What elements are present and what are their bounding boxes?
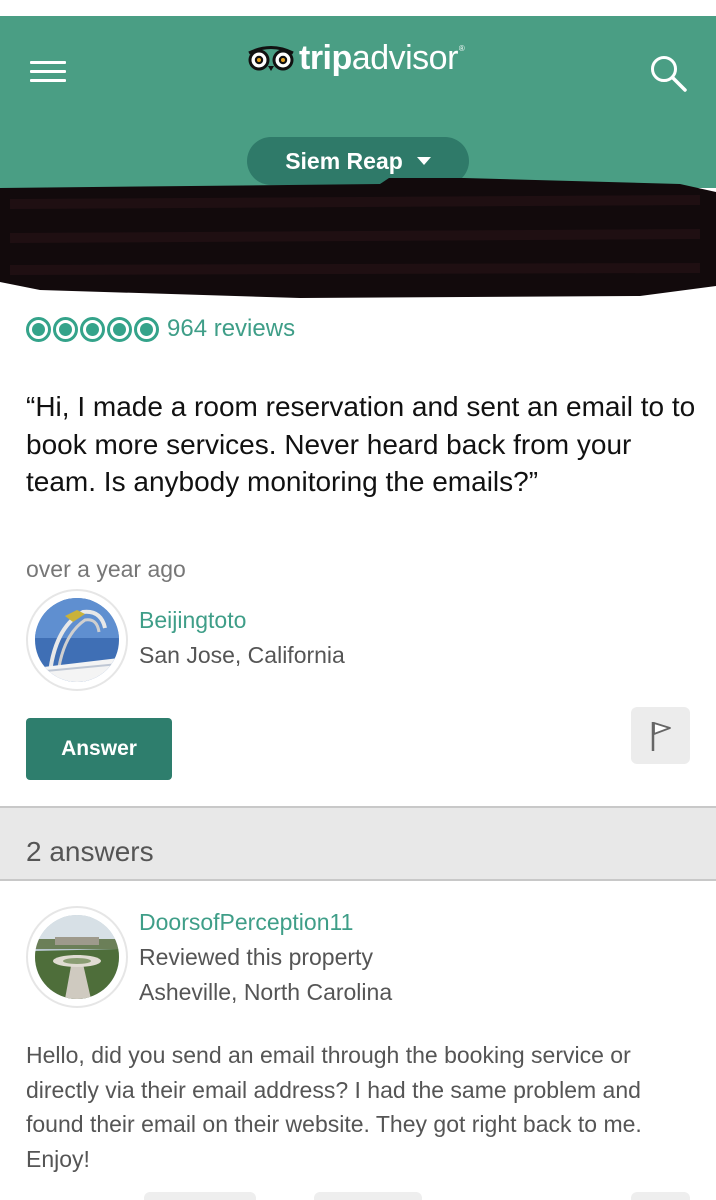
logo-wordmark: tripadvisor: [299, 38, 458, 77]
answers-count: 2 answers: [26, 836, 154, 867]
owl-logo-icon: [248, 46, 294, 71]
rating-bubble-icon: [53, 316, 78, 342]
tripadvisor-logo[interactable]: tripadvisor ®: [245, 38, 465, 78]
app-header: tripadvisor ® Siem Reap: [0, 16, 716, 188]
bubble-rating[interactable]: 964 reviews: [26, 314, 295, 344]
status-strip: [0, 0, 716, 16]
report-flag-button[interactable]: [631, 707, 690, 764]
rating-bubble-icon: [107, 316, 132, 342]
asker-location: San Jose, California: [139, 642, 345, 668]
answer-button[interactable]: Answer: [26, 718, 172, 780]
answer-text: Hello, did you send an email through the…: [26, 1042, 642, 1172]
avatar[interactable]: [26, 589, 128, 691]
reviews-count-link[interactable]: 964 reviews: [167, 315, 295, 343]
garden-avatar-image: [35, 915, 119, 999]
location-label: Siem Reap: [285, 147, 403, 174]
rollercoaster-avatar-image: [34, 598, 120, 683]
rating-bubble-icon: [134, 316, 159, 342]
vote-up-button[interactable]: [144, 1192, 256, 1200]
answer-flag-button[interactable]: [631, 1192, 690, 1200]
registered-mark: ®: [458, 44, 465, 53]
rating-bubble-icon: [26, 316, 51, 342]
menu-icon[interactable]: [30, 59, 66, 83]
flag-icon: [651, 721, 671, 751]
answerer-reviewed-note: Reviewed this property: [139, 944, 373, 970]
question-timestamp: over a year ago: [26, 556, 186, 582]
answerer-location: Asheville, North Carolina: [139, 979, 393, 1005]
vote-down-button[interactable]: [314, 1192, 422, 1200]
question-text: “Hi, I made a room reservation and sent …: [26, 391, 696, 497]
answerer-username-link[interactable]: DoorsofPerception11: [139, 909, 353, 936]
redaction-marker: [0, 178, 716, 298]
search-icon[interactable]: [648, 53, 688, 93]
rating-bubble-icon: [80, 316, 105, 342]
chevron-down-icon: [416, 157, 431, 165]
answers-section-header: 2 answers: [0, 806, 716, 881]
asker-username-link[interactable]: Beijingtoto: [139, 607, 246, 634]
avatar[interactable]: [26, 906, 128, 1008]
